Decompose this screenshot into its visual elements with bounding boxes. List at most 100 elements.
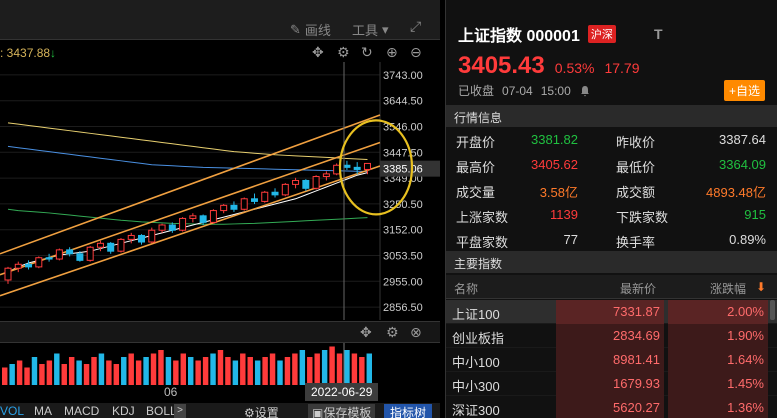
y-tick-label: 2856.50	[383, 302, 423, 314]
volume-bar	[284, 357, 291, 385]
index-name-cell: 上证100	[452, 307, 500, 322]
candle-body	[25, 263, 33, 268]
candle-body	[322, 173, 330, 178]
volume-bar	[247, 357, 253, 385]
y-tick-label: 2955.00	[383, 276, 423, 288]
index-row[interactable]: 中小300 1679.93 1.45%	[446, 372, 777, 396]
volume-bar	[143, 357, 149, 385]
index-row[interactable]: 中小100 8981.41 1.64%	[446, 348, 777, 372]
quote-value: 3405.62	[531, 157, 578, 172]
volume-bar	[336, 353, 343, 385]
save-template-button[interactable]: ▣保存模板	[308, 404, 376, 418]
index-pct-cell: 1.36%	[668, 396, 768, 418]
candle-body	[168, 224, 176, 231]
volume-bar	[91, 357, 97, 385]
chart-toolbar: ✎ 画线 工具 ▾ ⤢	[0, 0, 440, 40]
more-tabs-button[interactable]: >	[174, 404, 186, 418]
tab-ma[interactable]: MA	[34, 404, 52, 418]
market-status-row: 已收盘 07-04 15:00	[458, 82, 591, 99]
candle-body	[14, 263, 22, 269]
tab-kdj[interactable]: KDJ	[112, 404, 135, 418]
candlestick-chart[interactable]: 3743.003644.503546.003447.503349.003250.…	[0, 62, 440, 320]
quote-info-panel: 上证指数 000001 沪深 T 3405.43 0.53% 17.79 已收盘…	[445, 0, 777, 418]
candle-body	[138, 234, 146, 243]
settings-button[interactable]: ⚙设置	[244, 404, 279, 418]
zoom-in-icon[interactable]: ⊕	[386, 44, 398, 61]
index-price-cell: 5620.27	[556, 396, 664, 418]
index-row[interactable]: 创业板指 2834.69 1.90%	[446, 324, 777, 348]
quote-row: 上涨家数 1139 下跌家数 915	[446, 202, 777, 227]
col-name[interactable]: 名称	[454, 280, 478, 297]
scrollbar-thumb[interactable]	[770, 300, 775, 320]
volume-bar	[307, 357, 313, 385]
index-name-cell: 中小100	[452, 355, 500, 370]
index-row[interactable]: 深证300 5620.27 1.36%	[446, 396, 777, 418]
draw-line-button[interactable]: ✎ 画线	[290, 20, 331, 39]
close-icon[interactable]: ⊗	[410, 324, 422, 341]
volume-bar	[195, 360, 201, 385]
volume-bar	[254, 360, 261, 385]
gear-icon[interactable]: ⚙	[337, 44, 350, 61]
candle-body	[250, 198, 258, 202]
volume-bar	[54, 353, 60, 385]
quote-label: 平盘家数	[456, 235, 509, 250]
volume-bar	[321, 350, 328, 385]
gear-icon[interactable]: ⚙	[386, 324, 399, 341]
quote-row: 平盘家数 77 换手率 0.89%	[446, 227, 777, 252]
indicator-tree-button[interactable]: 指标树	[384, 404, 433, 418]
t-icon[interactable]: T	[654, 26, 663, 42]
volume-bar	[180, 353, 186, 385]
quote-value: 1139	[550, 207, 578, 222]
y-tick-label: 3250.50	[383, 199, 423, 211]
candle-body	[363, 162, 371, 170]
tab-macd[interactable]: MACD	[64, 404, 99, 418]
candle-body	[127, 234, 135, 240]
volume-bar	[113, 364, 120, 385]
index-price-cell: 7331.87	[556, 300, 664, 324]
volume-bar	[225, 357, 231, 385]
move-icon[interactable]: ✥	[312, 44, 324, 61]
tools-dropdown[interactable]: 工具 ▾	[352, 20, 389, 39]
volume-bar	[210, 353, 216, 385]
volume-bar	[202, 357, 209, 385]
candle-body	[148, 229, 156, 243]
add-favorite-button[interactable]: +自选	[723, 80, 765, 101]
indices-table-header: 名称 最新价 涨跌幅 ⬇	[446, 275, 777, 299]
market-status: 已收盘	[458, 84, 495, 98]
candle-body	[35, 257, 43, 268]
candle-body	[107, 242, 115, 252]
quote-row: 开盘价 3381.82 昨收价 3387.64	[446, 127, 777, 152]
quote-label: 成交额	[616, 185, 656, 200]
volume-bar	[121, 357, 127, 385]
refresh-icon[interactable]: ↻	[361, 44, 373, 61]
candle-body	[302, 179, 310, 189]
index-price-cell: 8981.41	[556, 348, 664, 372]
candle-body	[230, 204, 238, 210]
volume-bar	[262, 357, 268, 385]
index-price-cell: 2834.69	[556, 324, 664, 348]
volume-bar	[61, 364, 67, 385]
caret-down-icon: ▾	[382, 21, 389, 37]
volume-bar	[188, 357, 194, 385]
index-row[interactable]: 上证100 7331.87 2.00%	[446, 300, 777, 324]
volume-bar	[128, 353, 134, 385]
index-pct-cell: 1.45%	[668, 372, 768, 396]
expand-button[interactable]: ⤢	[410, 18, 421, 35]
col-change-pct[interactable]: 涨跌幅	[710, 280, 746, 297]
quote-label: 最低价	[616, 160, 656, 175]
move-icon[interactable]: ✥	[360, 324, 372, 341]
tab-vol[interactable]: VOL	[0, 404, 24, 418]
candle-body	[66, 249, 74, 255]
sort-desc-icon[interactable]: ⬇	[756, 280, 766, 294]
volume-bar	[9, 364, 15, 385]
index-name: 上证指数 000001	[458, 28, 580, 45]
volume-bar	[344, 350, 350, 385]
index-name-cell: 深证300	[452, 403, 500, 418]
volume-bar	[98, 353, 105, 385]
col-price[interactable]: 最新价	[620, 280, 656, 297]
zoom-out-icon[interactable]: ⊖	[410, 44, 422, 61]
pencil-icon: ✎	[290, 21, 301, 37]
bell-icon[interactable]	[579, 85, 591, 97]
volume-bar	[46, 360, 53, 385]
tab-boll[interactable]: BOLL	[146, 404, 177, 418]
